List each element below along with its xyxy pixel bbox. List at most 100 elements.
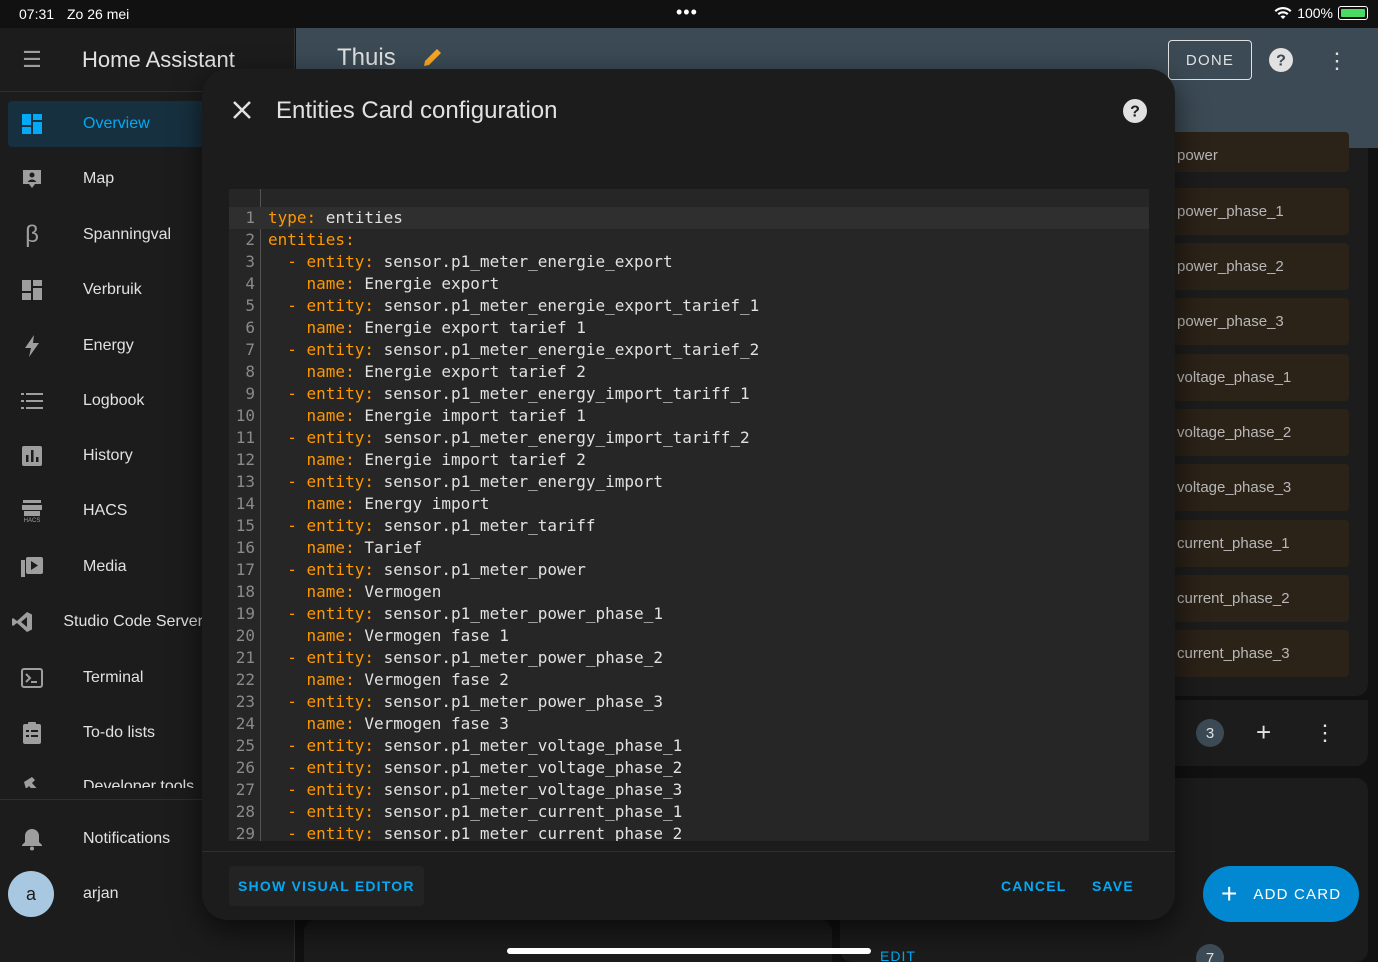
code-dash: - [287, 780, 307, 799]
home-indicator[interactable] [507, 948, 871, 954]
code-key: entity: [306, 758, 374, 777]
sidebar-item-label: Media [83, 558, 127, 575]
entity-row[interactable]: voltage_phase_2 [1168, 409, 1349, 456]
line-number: 4 [245, 274, 255, 293]
entity-row[interactable]: power_phase_2 [1168, 243, 1349, 290]
code-text: - entity: sensor.p1_meter_energy_import_… [268, 383, 750, 405]
code-dash: - [287, 604, 307, 623]
code-key: name: [306, 318, 355, 337]
line-number: 19 [235, 604, 255, 623]
sidebar-item-label: Map [83, 170, 115, 187]
code-text: - entity: sensor.p1_meter_voltage_phase_… [268, 735, 682, 757]
code-dash: - [287, 802, 307, 821]
close-icon[interactable] [230, 97, 254, 129]
entity-row[interactable]: voltage_phase_3 [1168, 464, 1349, 511]
done-button[interactable]: DONE [1168, 40, 1252, 80]
code-line: 20 name: Vermogen fase 1 [229, 625, 1149, 647]
code-key: name: [306, 494, 355, 513]
code-dash: - [287, 296, 307, 315]
code-dash: - [287, 516, 307, 535]
plus-icon: + [1221, 878, 1238, 909]
code-text: - entity: sensor.p1_meter_current_phase_… [268, 801, 682, 823]
code-key: entity: [306, 802, 374, 821]
show-visual-editor-button[interactable]: SHOW VISUAL EDITOR [229, 866, 424, 906]
dashboard-title: Thuis [337, 44, 396, 71]
code-line: 24 name: Vermogen fase 3 [229, 713, 1149, 735]
code-text: - entity: sensor.p1_meter_power_phase_1 [268, 603, 663, 625]
help-icon[interactable]: ? [1268, 47, 1294, 78]
svg-text:?: ? [1130, 104, 1140, 121]
bell-icon [8, 827, 56, 851]
code-text: - entity: sensor.p1_meter_power_phase_3 [268, 691, 663, 713]
code-line: 11 - entity: sensor.p1_meter_energy_impo… [229, 427, 1149, 449]
line-number: 9 [245, 384, 255, 403]
line-number: 26 [235, 758, 255, 777]
code-line: 27 - entity: sensor.p1_meter_voltage_pha… [229, 779, 1149, 801]
code-dash: - [287, 428, 307, 447]
code-value: sensor.p1_meter_energie_export_tarief_2 [373, 340, 760, 359]
multitask-dots-icon[interactable]: ••• [676, 2, 698, 23]
entity-row[interactable]: voltage_phase_1 [1168, 354, 1349, 401]
code-line: 29 - entity: sensor.p1_meter_current_pha… [229, 823, 1149, 841]
dialog-title: Entities Card configuration [276, 97, 558, 124]
code-value: Energie export tarief 2 [354, 362, 586, 381]
entity-row[interactable]: power [1168, 132, 1349, 172]
entity-row[interactable]: current_phase_3 [1168, 630, 1349, 677]
edit-button[interactable]: EDIT [880, 948, 916, 962]
code-line: 17 - entity: sensor.p1_meter_power [229, 559, 1149, 581]
console-icon [8, 668, 56, 688]
yaml-code-editor[interactable]: 1 type: entities 2 entities: 3 - entity: sen… [229, 189, 1149, 841]
dashboard-card [304, 920, 832, 962]
code-line: 10 name: Energie import tarief 1 [229, 405, 1149, 427]
line-number: 15 [235, 516, 255, 535]
more-vert-icon[interactable]: ⋮ [1326, 48, 1348, 74]
code-key: name: [306, 626, 355, 645]
code-key: entity: [306, 296, 374, 315]
entity-row[interactable]: current_phase_1 [1168, 520, 1349, 567]
code-value: sensor.p1_meter_energy_import_tariff_1 [373, 384, 750, 403]
code-value: Energie export [354, 274, 500, 293]
sidebar-item-studio-code-server[interactable]: Studio Code Server [8, 599, 203, 645]
code-line: 21 - entity: sensor.p1_meter_power_phase… [229, 647, 1149, 669]
menu-icon[interactable]: ☰ [0, 47, 64, 73]
entity-row[interactable]: current_phase_2 [1168, 575, 1349, 622]
code-value: sensor.p1_meter_power_phase_1 [373, 604, 663, 623]
more-vert-icon[interactable]: ⋮ [1314, 720, 1336, 746]
code-text: name: Energie import tarief 1 [268, 405, 586, 427]
code-text: entities: [268, 229, 355, 251]
status-date: Zo 26 mei [67, 6, 130, 22]
code-key: entity: [306, 252, 374, 271]
line-number: 1 [245, 208, 255, 227]
code-text: - entity: sensor.p1_meter_current_phase_… [268, 823, 682, 841]
chart-box-icon [8, 445, 56, 467]
battery-percent: 100% [1297, 5, 1333, 21]
entity-row[interactable]: power_phase_3 [1168, 298, 1349, 345]
line-number: 13 [235, 472, 255, 491]
code-line: 1 type: entities [229, 207, 1149, 229]
line-number: 27 [235, 780, 255, 799]
line-number: 28 [235, 802, 255, 821]
help-icon[interactable]: ? [1122, 98, 1148, 129]
code-value: sensor.p1_meter_voltage_phase_1 [373, 736, 683, 755]
code-key: name: [306, 274, 355, 293]
code-line: 3 - entity: sensor.p1_meter_energie_expo… [229, 251, 1149, 273]
save-button[interactable]: SAVE [1083, 866, 1143, 906]
cancel-button[interactable]: CANCEL [992, 866, 1076, 906]
entity-row[interactable]: power_phase_1 [1168, 188, 1349, 235]
code-text: - entity: sensor.p1_meter_energie_export… [268, 339, 759, 361]
add-card-button[interactable]: + ADD CARD [1203, 866, 1359, 922]
card-config-dialog: Entities Card configuration ? 1 type: ent… [202, 69, 1175, 920]
code-value: sensor.p1_meter_energy_import_tariff_2 [373, 428, 750, 447]
code-value: sensor.p1_meter_current_phase_1 [373, 802, 683, 821]
code-dash: - [287, 692, 307, 711]
code-text: name: Energy import [268, 493, 490, 515]
svg-text:?: ? [1276, 53, 1286, 70]
plus-icon[interactable]: + [1256, 717, 1271, 748]
